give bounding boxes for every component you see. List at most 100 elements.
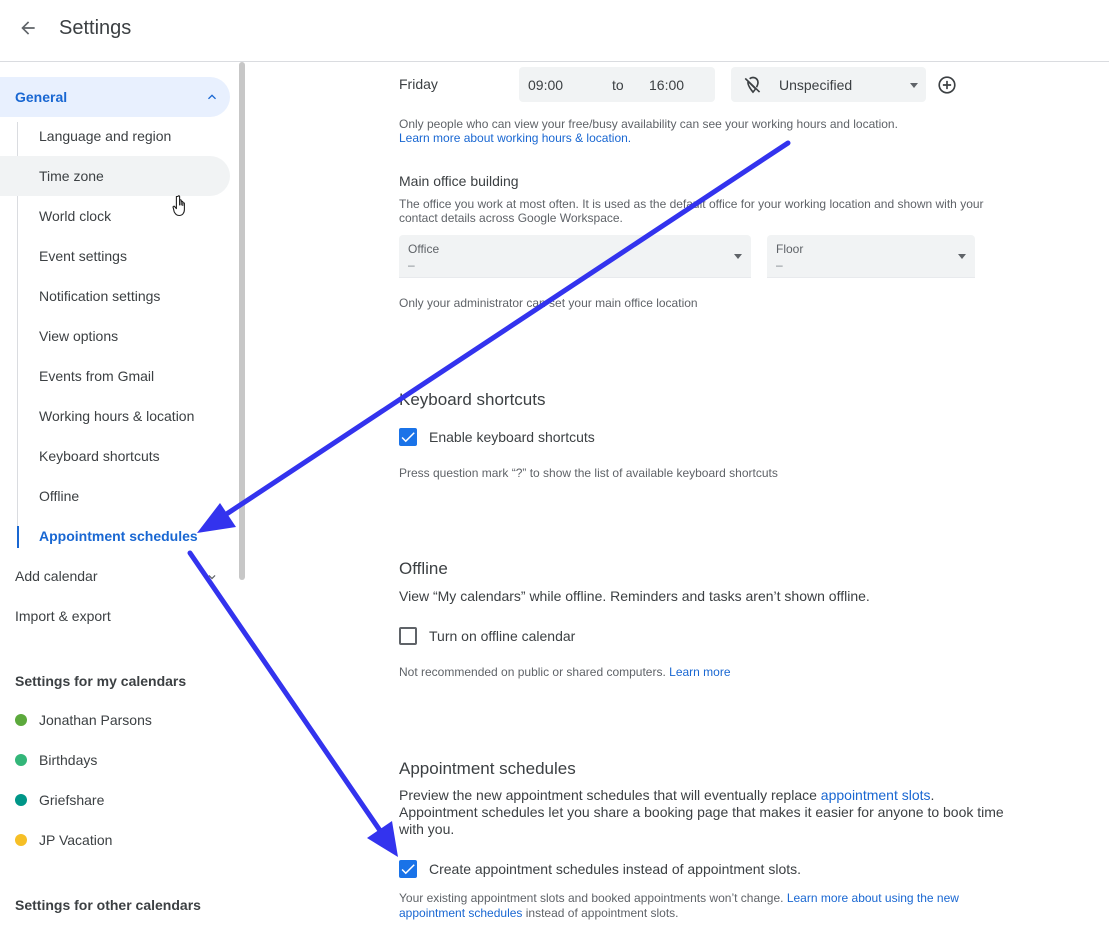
calendar-color-dot bbox=[15, 794, 27, 806]
keyboard-shortcuts-title: Keyboard shortcuts bbox=[399, 390, 546, 409]
sidebar-item-label: Working hours & location bbox=[39, 408, 195, 424]
sidebar-item-event-settings[interactable]: Event settings bbox=[0, 236, 230, 276]
working-hours-time-range[interactable]: 09:00 to 16:00 bbox=[519, 67, 715, 102]
sidebar: General Language and region Time zone Wo… bbox=[0, 62, 248, 937]
appointment-desc-line2: Appointment schedules let you share a bo… bbox=[399, 804, 1004, 820]
hand-cursor-icon bbox=[172, 195, 185, 217]
sidebar-item-label: Events from Gmail bbox=[39, 368, 155, 384]
floor-select[interactable]: Floor – bbox=[767, 235, 975, 278]
top-bar: Settings bbox=[0, 0, 1109, 62]
appointment-desc-text: Preview the new appointment schedules th… bbox=[399, 787, 821, 803]
calendar-color-dot bbox=[15, 834, 27, 846]
my-calendars-heading: Settings for my calendars bbox=[15, 673, 187, 689]
offline-title: Offline bbox=[399, 559, 448, 578]
appointment-slots-link[interactable]: appointment slots bbox=[821, 787, 931, 803]
appointment-note-line2: appointment schedules instead of appoint… bbox=[399, 906, 679, 920]
offline-note: Not recommended on public or shared comp… bbox=[399, 665, 731, 679]
sidebar-item-view-options[interactable]: View options bbox=[0, 316, 230, 356]
sidebar-item-notification-settings[interactable]: Notification settings bbox=[0, 276, 230, 316]
end-time[interactable]: 16:00 bbox=[649, 77, 684, 93]
sidebar-item-label: Appointment schedules bbox=[39, 528, 198, 544]
appointment-desc-line3: with you. bbox=[399, 821, 455, 837]
page-title: Settings bbox=[59, 17, 132, 39]
sidebar-item-world-clock[interactable]: World clock bbox=[0, 196, 230, 236]
add-circle-icon[interactable] bbox=[936, 74, 958, 96]
sidebar-item-label: General bbox=[15, 89, 68, 105]
calendar-label: JP Vacation bbox=[39, 832, 113, 848]
location-off-icon bbox=[744, 76, 761, 94]
offline-desc: View “My calendars” while offline. Remin… bbox=[399, 588, 870, 604]
calendar-color-dot bbox=[15, 754, 27, 766]
sidebar-scrollbar[interactable] bbox=[239, 62, 245, 580]
offline-calendar-checkbox[interactable] bbox=[399, 627, 417, 645]
main-office-desc-line2: contact details across Google Workspace. bbox=[399, 211, 623, 225]
main-office-desc-line1: The office you work at most often. It is… bbox=[399, 197, 984, 211]
sidebar-item-label: Time zone bbox=[39, 168, 104, 184]
sidebar-item-working-hours[interactable]: Working hours & location bbox=[0, 396, 230, 436]
calendar-item-griefshare[interactable]: Griefshare bbox=[0, 780, 230, 820]
appointment-schedules-link[interactable]: appointment schedules bbox=[399, 906, 522, 920]
settings-content: Friday 09:00 to 16:00 Unspecified Only p… bbox=[248, 62, 1109, 937]
keyboard-shortcuts-checkbox-label[interactable]: Enable keyboard shortcuts bbox=[429, 429, 595, 445]
appointment-desc-line1: Preview the new appointment schedules th… bbox=[399, 787, 934, 803]
sidebar-item-keyboard-shortcuts[interactable]: Keyboard shortcuts bbox=[0, 436, 230, 476]
working-hours-note: Only people who can view your free/busy … bbox=[399, 117, 898, 131]
sidebar-item-label: Language and region bbox=[39, 128, 172, 144]
location-value: Unspecified bbox=[779, 77, 853, 93]
floor-select-value: – bbox=[776, 258, 783, 272]
sidebar-item-label: Notification settings bbox=[39, 288, 161, 304]
calendar-label: Birthdays bbox=[39, 752, 98, 768]
back-arrow-icon[interactable] bbox=[14, 14, 42, 42]
floor-select-label: Floor bbox=[776, 242, 804, 256]
appointment-note-line1: Your existing appointment slots and book… bbox=[399, 891, 959, 905]
office-select-label: Office bbox=[408, 242, 440, 256]
calendar-color-dot bbox=[15, 714, 27, 726]
sidebar-item-time-zone[interactable]: Time zone bbox=[0, 156, 230, 196]
appointment-note-tail: instead of appointment slots. bbox=[522, 906, 679, 920]
sidebar-item-import-export[interactable]: Import & export bbox=[0, 596, 230, 636]
offline-note-text: Not recommended on public or shared comp… bbox=[399, 665, 666, 679]
dropdown-arrow-icon bbox=[910, 83, 918, 88]
office-select-value: – bbox=[408, 258, 415, 272]
calendar-label: Griefshare bbox=[39, 792, 105, 808]
calendar-item-jp-vacation[interactable]: JP Vacation bbox=[0, 820, 230, 860]
calendar-item-birthdays[interactable]: Birthdays bbox=[0, 740, 230, 780]
sidebar-item-add-calendar[interactable]: Add calendar bbox=[0, 556, 230, 596]
sidebar-item-label: View options bbox=[39, 328, 119, 344]
offline-learn-more-link[interactable]: Learn more bbox=[669, 665, 730, 679]
location-select[interactable]: Unspecified bbox=[731, 67, 926, 102]
sidebar-item-label: World clock bbox=[39, 208, 112, 224]
start-time[interactable]: 09:00 bbox=[528, 77, 563, 93]
working-day-label: Friday bbox=[399, 76, 438, 92]
check-icon bbox=[401, 864, 415, 875]
admin-note: Only your administrator can set your mai… bbox=[399, 296, 698, 310]
chevron-up-icon bbox=[208, 94, 216, 100]
appointment-schedules-checkbox[interactable] bbox=[399, 860, 417, 878]
sidebar-item-label: Offline bbox=[39, 488, 80, 504]
keyboard-shortcuts-checkbox[interactable] bbox=[399, 428, 417, 446]
keyboard-shortcuts-hint: Press question mark “?” to show the list… bbox=[399, 466, 778, 480]
appointment-schedules-checkbox-label[interactable]: Create appointment schedules instead of … bbox=[429, 861, 801, 877]
time-separator: to bbox=[612, 77, 624, 93]
other-calendars-heading: Settings for other calendars bbox=[15, 897, 201, 913]
calendar-label: Jonathan Parsons bbox=[39, 712, 152, 728]
office-select[interactable]: Office – bbox=[399, 235, 751, 278]
appointment-learn-more-link[interactable]: Learn more about using the new bbox=[787, 891, 959, 905]
dropdown-arrow-icon bbox=[958, 254, 966, 259]
sidebar-item-label: Add calendar bbox=[15, 568, 98, 584]
sidebar-item-label: Import & export bbox=[15, 608, 111, 624]
sidebar-item-appointment-schedules[interactable]: Appointment schedules bbox=[0, 516, 230, 556]
appointment-desc-period: . bbox=[930, 787, 935, 803]
appointment-schedules-title: Appointment schedules bbox=[399, 759, 576, 778]
check-icon bbox=[401, 432, 415, 443]
sidebar-item-events-from-gmail[interactable]: Events from Gmail bbox=[0, 356, 230, 396]
main-office-title: Main office building bbox=[399, 173, 519, 189]
calendar-item-jonathan-parsons[interactable]: Jonathan Parsons bbox=[0, 700, 230, 740]
offline-calendar-checkbox-label[interactable]: Turn on offline calendar bbox=[429, 628, 575, 644]
sidebar-item-general[interactable]: General bbox=[0, 77, 230, 117]
sidebar-item-language-region[interactable]: Language and region bbox=[0, 116, 230, 156]
sidebar-item-offline[interactable]: Offline bbox=[0, 476, 230, 516]
working-hours-learn-more-link[interactable]: Learn more about working hours & locatio… bbox=[399, 131, 631, 145]
sidebar-item-label: Keyboard shortcuts bbox=[39, 448, 160, 464]
sidebar-item-label: Event settings bbox=[39, 248, 127, 264]
